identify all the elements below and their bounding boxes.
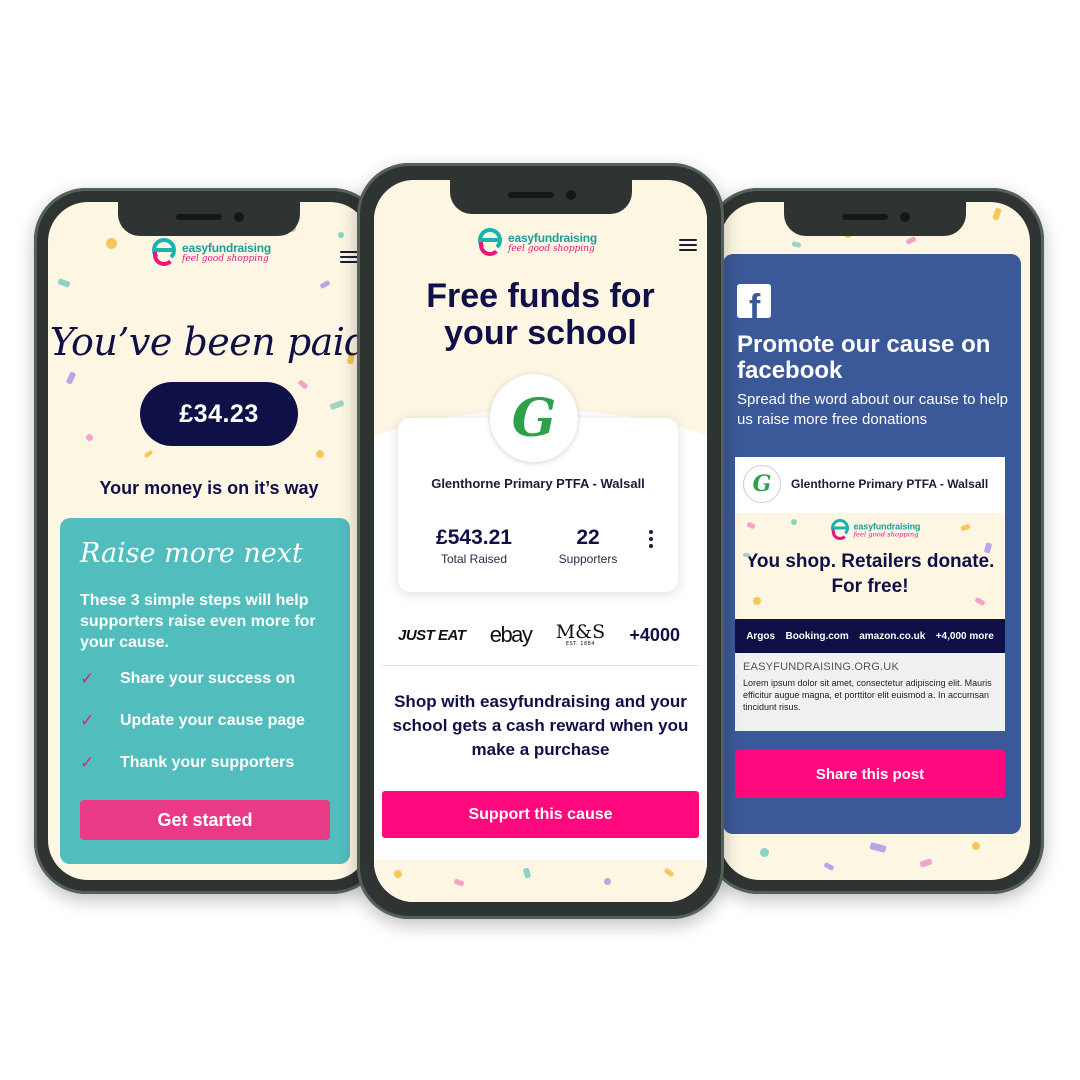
post-link-meta: EASYFUNDRAISING.ORG.UK Lorem ipsum dolor… — [735, 653, 1005, 731]
screen-center: easyfundraising feel good shopping Free … — [374, 180, 707, 902]
step-item: ✓ Share your success on — [80, 670, 295, 688]
logo-icon — [478, 228, 504, 258]
step-item: ✓ Thank your supporters — [80, 754, 294, 772]
step-label: Update your cause page — [120, 712, 305, 729]
phone-right: f Promote our cause on facebook Spread t… — [706, 188, 1044, 894]
notch — [118, 202, 300, 236]
facebook-icon: f — [737, 284, 771, 318]
brand-name: easyfundraising — [182, 241, 272, 255]
stage: easyfundraising feel good shopping You’v… — [0, 0, 1080, 1080]
retailer-logos: JUST EAT ebay M&S EST. 1884 +4000 — [398, 620, 680, 650]
page-title: Free funds for your school — [374, 278, 707, 352]
step-label: Thank your supporters — [120, 754, 295, 771]
retailer-ms-logo: M&S EST. 1884 — [556, 623, 605, 647]
retailer-strip: Argos Booking.com amazon.co.uk +4,000 mo… — [735, 619, 1005, 653]
promo-subtitle: Spread the word about our cause to help … — [737, 391, 1009, 428]
card-description: These 3 simple steps will help supporter… — [80, 592, 316, 651]
raise-more-card: Raise more next These 3 simple steps wil… — [60, 518, 350, 864]
more-options-icon[interactable] — [648, 530, 654, 548]
facebook-glyph: f — [749, 288, 761, 318]
retailer-amazon: amazon.co.uk — [859, 630, 926, 642]
post-header: G Glenthorne Primary PTFA - Walsall — [735, 457, 1005, 511]
step-label: Share your success on — [120, 670, 296, 687]
title-line-1: Free funds for — [426, 277, 655, 315]
card-title: Raise more next — [80, 538, 303, 569]
check-icon: ✓ — [80, 753, 95, 773]
retailer-argos: Argos — [746, 630, 776, 642]
phone-left: easyfundraising feel good shopping You’v… — [34, 188, 384, 894]
cause-description: Shop with easyfundraising and your schoo… — [392, 692, 689, 759]
notch — [784, 202, 966, 236]
retailer-ebay-logo: ebay — [489, 622, 533, 647]
cause-name: Glenthorne Primary PTFA - Walsall — [431, 476, 645, 491]
brand-logo[interactable]: easyfundraising feel good shopping — [478, 228, 597, 258]
brand-name: easyfundraising — [853, 521, 921, 532]
retailer-count: +4000 — [629, 624, 680, 645]
post-banner: easyfundraising feel good shopping You s… — [735, 513, 1005, 619]
school-logo: G — [490, 374, 578, 462]
retailer-more: +4,000 more — [935, 630, 994, 642]
facebook-post-preview: G Glenthorne Primary PTFA - Walsall easy… — [735, 457, 1005, 731]
page-title: You’ve been paid — [49, 320, 369, 364]
facebook-promo-panel: f Promote our cause on facebook Spread t… — [723, 254, 1021, 834]
notch — [449, 180, 632, 214]
brand-tagline: feel good shopping — [853, 531, 919, 539]
logo-icon — [831, 519, 851, 542]
support-cause-button[interactable]: Support this cause — [382, 791, 699, 838]
post-domain: EASYFUNDRAISING.ORG.UK — [743, 661, 899, 673]
retailer-justeat-logo: JUST EAT — [398, 626, 466, 644]
confetti — [374, 860, 707, 902]
supporters-label: Supporters — [558, 552, 618, 566]
stat-total-raised: £543.21 Total Raised — [424, 526, 524, 566]
title-line-2: your school — [444, 314, 637, 352]
share-post-button[interactable]: Share this post — [735, 750, 1005, 798]
hamburger-menu-icon[interactable] — [679, 238, 697, 252]
brand-tagline: feel good shopping — [508, 244, 595, 254]
total-raised-label: Total Raised — [440, 552, 508, 566]
hamburger-menu-icon[interactable] — [340, 250, 358, 264]
school-logo-icon: G — [511, 387, 557, 449]
screen-left: easyfundraising feel good shopping You’v… — [48, 202, 370, 880]
promo-title: Promote our cause on facebook — [737, 331, 991, 384]
ms-text: M&S — [555, 621, 606, 643]
get-started-button[interactable]: Get started — [80, 800, 330, 840]
retailer-booking: Booking.com — [785, 630, 849, 642]
brand-logo[interactable]: easyfundraising feel good shopping — [152, 238, 271, 268]
screen-right: f Promote our cause on facebook Spread t… — [720, 202, 1030, 880]
logo-icon — [152, 238, 178, 268]
brand-logo: easyfundraising feel good shopping — [831, 519, 920, 542]
school-avatar: G — [743, 465, 781, 503]
paid-amount-badge: £34.23 — [140, 382, 298, 446]
check-icon: ✓ — [80, 669, 95, 689]
stat-supporters: 22 Supporters — [548, 526, 628, 566]
payment-status: Your money is on it’s way — [99, 478, 319, 498]
step-item: ✓ Update your cause page — [80, 712, 305, 730]
check-icon: ✓ — [80, 711, 95, 731]
post-author: Glenthorne Primary PTFA - Walsall — [791, 477, 989, 491]
divider — [382, 665, 699, 666]
brand-tagline: feel good shopping — [182, 254, 269, 264]
phone-center: easyfundraising feel good shopping Free … — [357, 163, 724, 919]
post-body: Lorem ipsum dolor sit amet, consectetur … — [743, 678, 992, 712]
total-raised-value: £543.21 — [436, 526, 512, 549]
brand-name: easyfundraising — [508, 231, 598, 245]
supporters-value: 22 — [576, 526, 600, 549]
